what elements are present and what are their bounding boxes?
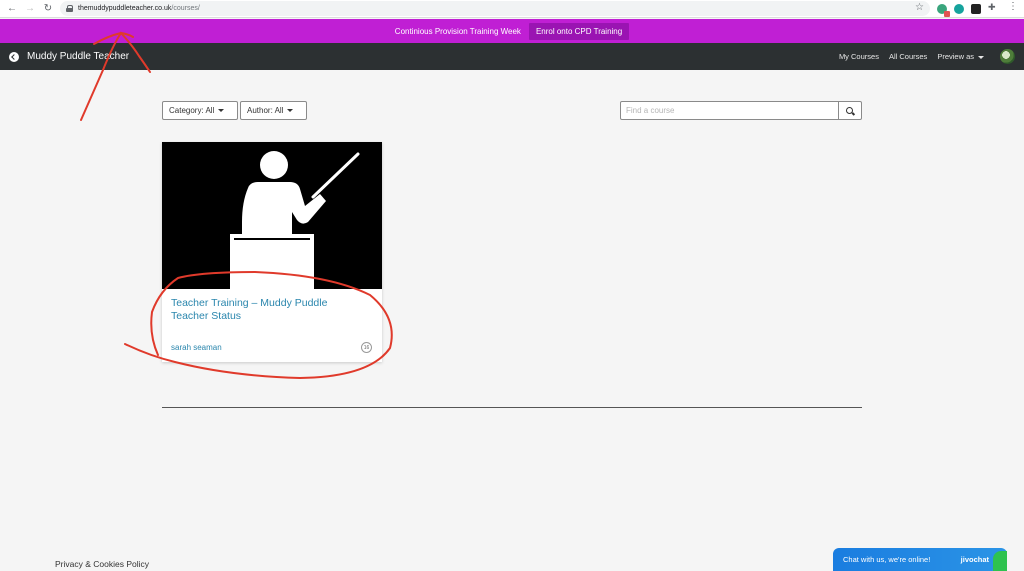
privacy-policy-link[interactable]: Privacy & Cookies Policy: [55, 559, 149, 569]
lesson-count-badge: 16: [361, 342, 372, 353]
extensions-puzzle-icon[interactable]: ✚: [988, 2, 996, 13]
url-host: themuddypuddleteacher.co.uk: [78, 5, 172, 12]
preview-as-dropdown[interactable]: Preview as: [937, 52, 984, 61]
preview-as-label: Preview as: [937, 52, 974, 61]
enrol-cpd-button[interactable]: Enrol onto CPD Training: [528, 22, 630, 40]
lock-icon: [66, 5, 73, 12]
chevron-down-icon: [978, 55, 984, 59]
search-input[interactable]: [620, 101, 839, 120]
forward-arrow-icon[interactable]: →: [21, 0, 39, 18]
chat-widget-accent: [993, 551, 1007, 571]
author-filter-label: Author: All: [247, 106, 284, 115]
extension-grammarly-icon[interactable]: [937, 4, 950, 17]
extension-k-icon[interactable]: [971, 4, 981, 14]
back-arrow-icon[interactable]: ←: [3, 0, 21, 18]
chat-widget-brand: jivochat: [960, 555, 989, 564]
teacher-pictogram-image[interactable]: [162, 142, 382, 289]
course-title-link[interactable]: Teacher Training – Muddy Puddle Teacher …: [171, 297, 361, 323]
search-icon: [846, 106, 853, 114]
avatar[interactable]: [1000, 49, 1015, 64]
reload-icon[interactable]: ↻: [39, 0, 57, 18]
url-path: /courses/: [171, 5, 200, 12]
category-filter-label: Category: All: [169, 106, 215, 115]
browser-toolbar: ← → ↻ themuddypuddleteacher.co.uk/course…: [0, 0, 1024, 18]
course-author-link[interactable]: sarah seaman: [171, 343, 222, 352]
chat-widget-text: Chat with us, we're online!: [843, 555, 931, 564]
chevron-down-icon: [287, 109, 294, 112]
all-courses-link[interactable]: All Courses: [889, 52, 927, 61]
my-courses-link[interactable]: My Courses: [839, 52, 879, 61]
category-filter-dropdown[interactable]: Category: All: [162, 101, 238, 120]
site-header: Muddy Puddle Teacher My Courses All Cour…: [0, 43, 1024, 70]
chevron-down-icon: [218, 109, 225, 112]
announcement-text: Continious Provision Training Week: [394, 26, 521, 36]
back-circle-icon[interactable]: [9, 51, 19, 62]
announcement-bar: Continious Provision Training Week Enrol…: [0, 19, 1024, 43]
site-title[interactable]: Muddy Puddle Teacher: [27, 51, 129, 62]
search-button[interactable]: [838, 101, 862, 120]
course-card[interactable]: Teacher Training – Muddy Puddle Teacher …: [162, 142, 382, 362]
author-filter-dropdown[interactable]: Author: All: [240, 101, 307, 120]
chat-widget[interactable]: Chat with us, we're online! jivochat: [833, 548, 1007, 571]
content-divider: [162, 407, 862, 408]
annotation-overlay: [80, 31, 393, 380]
header-nav: My Courses All Courses Preview as: [839, 43, 1024, 70]
bookmark-star-icon[interactable]: ☆: [915, 2, 924, 13]
address-bar[interactable]: themuddypuddleteacher.co.uk/courses/: [60, 1, 930, 16]
browser-menu-icon[interactable]: ⋮: [1008, 1, 1018, 12]
extension-g-icon[interactable]: [954, 4, 964, 14]
